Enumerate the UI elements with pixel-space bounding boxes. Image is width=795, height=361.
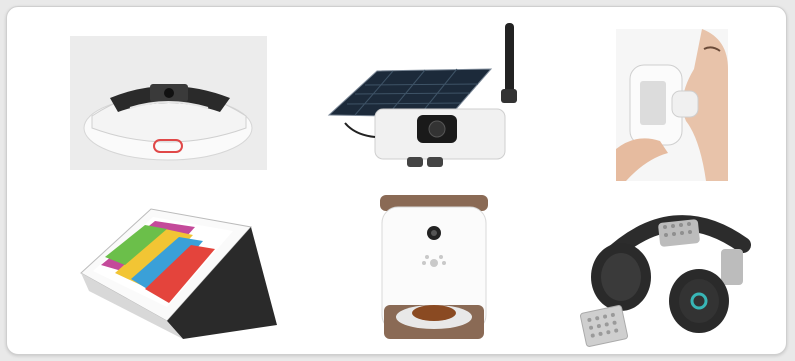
handheld-breath-analyzer-icon (616, 29, 728, 181)
solar-security-camera-icon (315, 19, 533, 171)
folding-tablet-stand-icon (75, 207, 283, 345)
product-grid-card (6, 6, 787, 355)
wearable-headphones-icon (573, 205, 773, 351)
product-tile-breath-analyzer[interactable] (616, 29, 728, 181)
smart-pet-feeder-icon (364, 189, 504, 353)
product-tile-solar-camera[interactable] (315, 19, 533, 171)
product-tile-smoke-detector[interactable] (70, 36, 267, 170)
product-tile-pet-feeder[interactable] (364, 189, 504, 353)
product-tile-neck-headphones[interactable] (573, 205, 773, 351)
product-tile-e-paper-tablet[interactable] (75, 207, 283, 345)
smoke-detector-icon (70, 36, 267, 170)
